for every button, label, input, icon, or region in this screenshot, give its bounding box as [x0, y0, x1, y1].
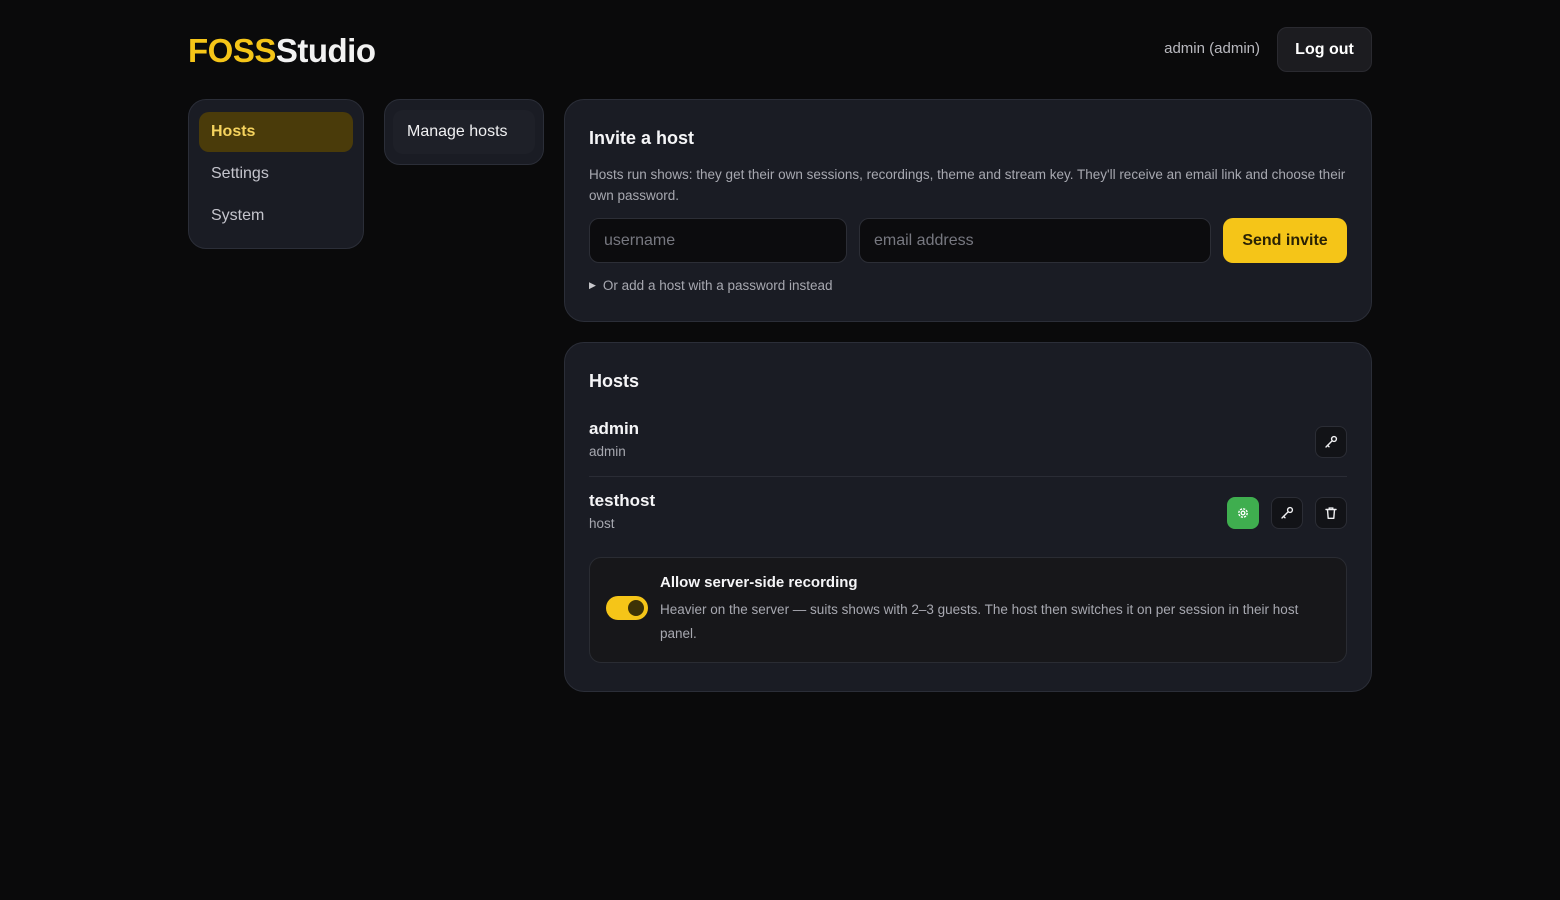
- key-icon: [1281, 506, 1294, 519]
- logo-studio: Studio: [275, 32, 376, 69]
- host-settings-button[interactable]: [1227, 497, 1259, 529]
- nav-item-label: Settings: [211, 165, 269, 182]
- logo-foss: FOSS: [188, 32, 276, 69]
- recording-title: Allow server-side recording: [660, 574, 858, 591]
- recording-permission-panel: Allow server-side recording Heavier on t…: [589, 557, 1347, 663]
- recording-description: Heavier on the server — suits shows with…: [660, 602, 1299, 641]
- recording-toggle[interactable]: [606, 596, 648, 620]
- logo: FOSSStudio: [188, 32, 376, 70]
- caret-right-icon: ▶: [589, 280, 596, 290]
- nav-item-settings[interactable]: Settings: [199, 154, 353, 194]
- header: FOSSStudio admin (admin) Log out: [188, 26, 1372, 72]
- invite-host-card: Invite a host Hosts run shows: they get …: [564, 99, 1372, 322]
- host-name: admin: [589, 419, 640, 438]
- password-option-label: Or add a host with a password instead: [602, 278, 833, 293]
- current-user-label: admin (admin): [1164, 40, 1260, 57]
- password-option-toggle[interactable]: ▶ Or add a host with a password instead: [589, 278, 833, 293]
- sub-nav: Manage hosts: [384, 99, 544, 165]
- hosts-card: Hosts admin admin testhost host Allow se…: [564, 342, 1372, 692]
- delete-host-button[interactable]: [1315, 497, 1347, 529]
- gear-icon: [1238, 508, 1248, 518]
- hosts-card-title: Hosts: [589, 371, 640, 391]
- nav-item-label: Hosts: [211, 123, 256, 140]
- logout-button[interactable]: Log out: [1277, 27, 1372, 72]
- email-input[interactable]: [859, 218, 1211, 263]
- nav-item-label: System: [211, 207, 265, 224]
- invite-description: Hosts run shows: they get their own sess…: [589, 167, 1346, 203]
- invite-card-title: Invite a host: [589, 128, 695, 148]
- toggle-knob: [628, 600, 644, 616]
- subnav-item-manage-hosts[interactable]: Manage hosts: [393, 110, 535, 154]
- host-row: admin admin: [589, 419, 1347, 477]
- main-nav: Hosts Settings System: [188, 99, 364, 249]
- trash-icon: [1325, 507, 1337, 519]
- send-invite-button[interactable]: Send invite: [1223, 218, 1347, 263]
- nav-item-hosts[interactable]: Hosts: [199, 112, 353, 152]
- username-input[interactable]: [589, 218, 847, 263]
- host-row: testhost host: [589, 491, 1347, 547]
- key-icon: [1325, 435, 1338, 448]
- subnav-item-label: Manage hosts: [407, 123, 508, 140]
- nav-item-system[interactable]: System: [199, 196, 353, 236]
- reset-password-button[interactable]: [1315, 426, 1347, 458]
- host-role: admin: [589, 444, 626, 459]
- reset-password-button[interactable]: [1271, 497, 1303, 529]
